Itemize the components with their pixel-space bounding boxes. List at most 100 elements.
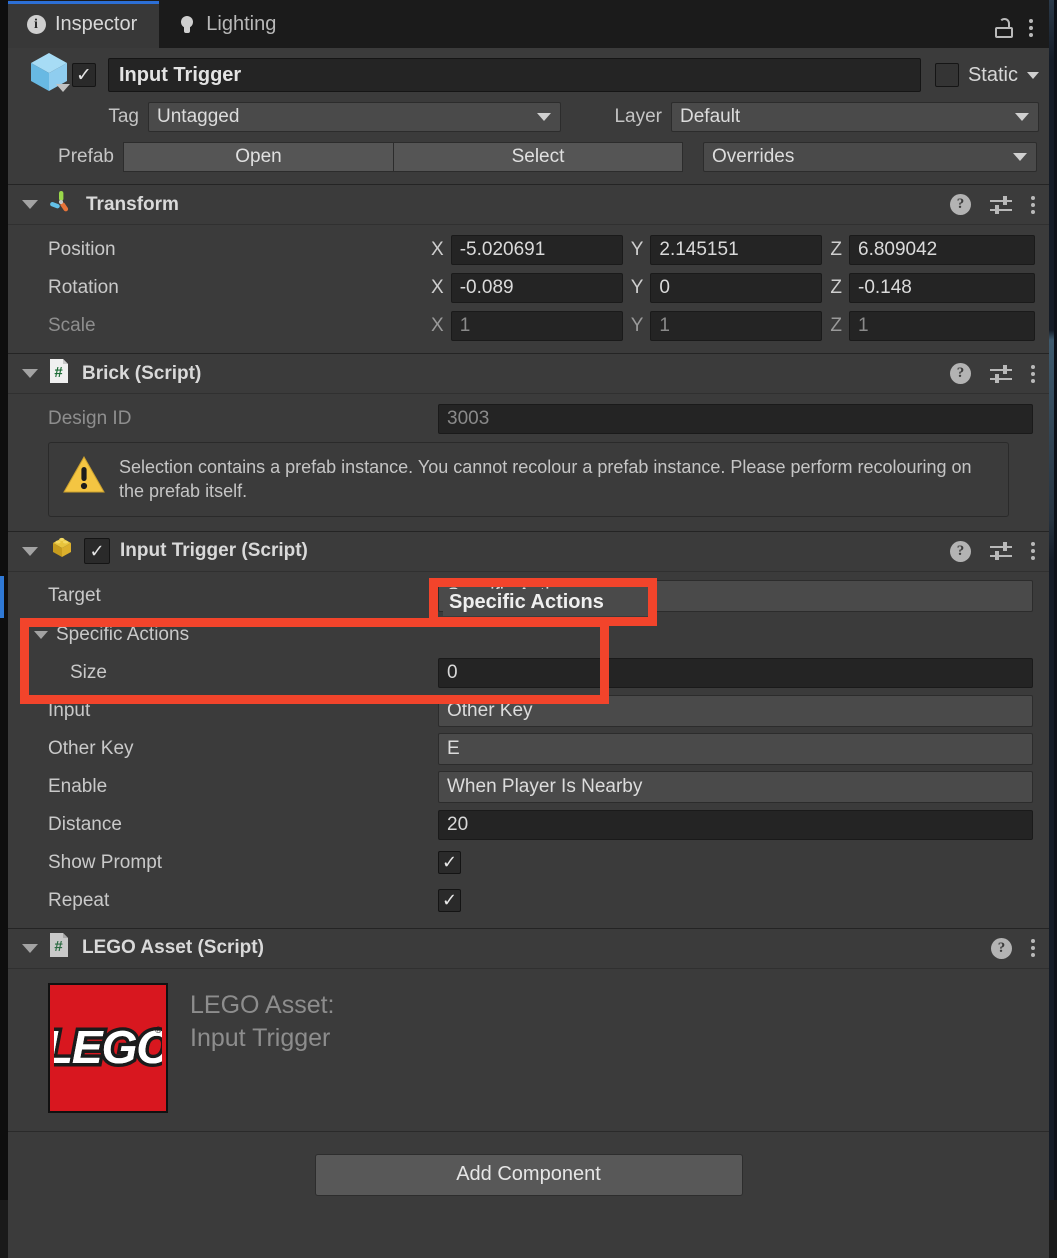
distance-input[interactable]: 20 [438, 809, 1033, 840]
csharp-script-icon: # [48, 358, 70, 390]
brick-script-header[interactable]: # Brick (Script) ? [8, 354, 1049, 394]
foldout-arrow-icon[interactable] [22, 369, 38, 378]
tag-label: Tag [108, 106, 139, 127]
prefab-select-button[interactable]: Select [393, 142, 683, 172]
foldout-arrow-icon[interactable] [22, 943, 38, 953]
svg-text:®: ® [155, 1025, 162, 1035]
axis-y-label: Y [630, 277, 644, 298]
prefab-row: Prefab Open Select Overrides [20, 140, 1039, 174]
component-brick-script: # Brick (Script) ? Design ID 3003 Select… [8, 353, 1049, 531]
enable-label: Enable [48, 775, 108, 797]
lego-brick-icon [48, 535, 76, 567]
layer-dropdown[interactable]: Default [671, 102, 1039, 132]
lightbulb-icon [177, 15, 197, 35]
prefab-overrides-dropdown[interactable]: Overrides [703, 142, 1037, 172]
show-prompt-checkbox[interactable]: ✓ [438, 851, 461, 875]
prefab-warning-helpbox: Selection contains a prefab instance. Yo… [48, 442, 1009, 517]
preset-sliders-icon[interactable] [990, 364, 1012, 383]
transform-position-row: Position X -5.020691 Y 2.145151 Z 6.8090… [8, 231, 1049, 269]
lego-asset-header[interactable]: # LEGO Asset (Script) ? [8, 928, 1049, 969]
rotation-x-input[interactable]: -0.089 [450, 273, 623, 303]
tab-inspector-label: Inspector [55, 13, 138, 35]
other-key-value: E [447, 737, 460, 759]
specific-actions-foldout-row[interactable]: Specific Actions [8, 616, 1049, 654]
tab-lighting-label: Lighting [206, 13, 277, 35]
input-row: Input Other Key [8, 692, 1049, 730]
help-icon[interactable]: ? [950, 194, 971, 215]
help-icon[interactable]: ? [950, 363, 971, 384]
repeat-checkbox[interactable]: ✓ [438, 889, 461, 913]
kebab-menu-icon[interactable] [1031, 542, 1035, 561]
static-toggle-group: Static [934, 63, 1039, 87]
lego-asset-title: LEGO Asset (Script) [82, 937, 264, 959]
repeat-label: Repeat [48, 889, 110, 911]
gameobject-name-row: ✓ Input Trigger Static [20, 53, 1039, 94]
lock-icon[interactable] [995, 18, 1013, 38]
other-key-dropdown[interactable]: E [438, 732, 1033, 765]
transform-title: Transform [86, 193, 179, 215]
chevron-down-icon [1013, 153, 1027, 161]
input-trigger-header[interactable]: ✓ Input Trigger (Script) ? [8, 531, 1049, 572]
gameobject-cube-icon[interactable] [26, 50, 72, 96]
show-prompt-label: Show Prompt [48, 851, 163, 873]
position-y-input[interactable]: 2.145151 [650, 235, 823, 265]
tab-inspector[interactable]: i Inspector [8, 1, 160, 48]
foldout-arrow-icon[interactable] [22, 200, 38, 209]
prefab-warning-text: Selection contains a prefab instance. Yo… [119, 457, 972, 502]
size-input[interactable]: 0 [438, 657, 1033, 688]
axis-x-label: X [431, 277, 444, 298]
kebab-menu-icon[interactable] [1029, 19, 1033, 37]
gameobject-name-input[interactable]: Input Trigger [108, 58, 921, 92]
chevron-down-icon[interactable] [56, 84, 70, 92]
foldout-arrow-icon[interactable] [22, 546, 38, 556]
foldout-arrow-icon[interactable] [34, 630, 48, 639]
help-icon[interactable]: ? [991, 937, 1012, 959]
rotation-y-input[interactable]: 0 [650, 273, 823, 303]
preset-sliders-icon[interactable] [990, 195, 1012, 214]
enable-dropdown[interactable]: When Player Is Nearby [438, 770, 1033, 803]
rotation-z-input[interactable]: -0.148 [849, 273, 1035, 303]
kebab-menu-icon[interactable] [1031, 939, 1035, 958]
input-label: Input [48, 699, 91, 721]
input-dropdown[interactable]: Other Key [438, 694, 1033, 727]
scale-y-input[interactable]: 1 [650, 311, 823, 341]
axis-x-label: X [431, 315, 444, 336]
input-value: Other Key [447, 699, 533, 721]
tag-layer-row: Tag Untagged Layer Default [20, 100, 1039, 134]
other-key-row: Other Key E [8, 730, 1049, 768]
kebab-menu-icon[interactable] [1031, 364, 1035, 383]
input-trigger-enabled-checkbox[interactable]: ✓ [84, 538, 110, 565]
lego-asset-body: LEGO LEGO ® LEGO Asset: Input Trigger [8, 969, 1049, 1131]
lego-asset-line1: LEGO Asset: [190, 990, 335, 1019]
prefab-open-button[interactable]: Open [123, 142, 393, 172]
distance-label: Distance [48, 813, 122, 835]
lego-asset-header-actions: ? [991, 937, 1035, 959]
scale-z-input[interactable]: 1 [849, 311, 1035, 341]
add-component-section: Add Component [8, 1130, 1049, 1218]
add-component-button[interactable]: Add Component [314, 1153, 743, 1196]
scale-label: Scale [48, 315, 96, 336]
help-icon[interactable]: ? [950, 540, 971, 562]
position-z-input[interactable]: 6.809042 [849, 235, 1035, 265]
static-dropdown-caret-icon[interactable] [1027, 71, 1039, 79]
position-x-input[interactable]: -5.020691 [450, 235, 623, 265]
tab-lighting[interactable]: Lighting [159, 1, 298, 48]
specific-actions-label: Specific Actions [56, 623, 190, 645]
tag-dropdown[interactable]: Untagged [148, 102, 561, 132]
panel-bottom-filler [8, 1217, 1049, 1258]
kebab-menu-icon[interactable] [1031, 195, 1035, 214]
component-lego-asset-script: # LEGO Asset (Script) ? LEGO LEGO [8, 927, 1049, 1131]
lego-asset-text: LEGO Asset: Input Trigger [190, 983, 335, 1055]
static-checkbox[interactable] [934, 63, 959, 87]
axis-y-label: Y [630, 239, 644, 260]
brick-script-title: Brick (Script) [82, 362, 202, 384]
inspector-window: i Inspector Lighting ✓ Input Trigger Sta… [0, 0, 1057, 1258]
transform-header[interactable]: Transform ? [8, 185, 1049, 225]
gameobject-enabled-checkbox[interactable]: ✓ [72, 63, 96, 87]
brick-script-body: Design ID 3003 Selection contains a pref… [8, 394, 1049, 531]
static-label: Static [967, 63, 1018, 86]
scale-x-input[interactable]: 1 [450, 311, 623, 341]
tab-bar-actions [995, 18, 1049, 48]
preset-sliders-icon[interactable] [990, 542, 1012, 561]
chevron-down-icon [1015, 113, 1029, 121]
